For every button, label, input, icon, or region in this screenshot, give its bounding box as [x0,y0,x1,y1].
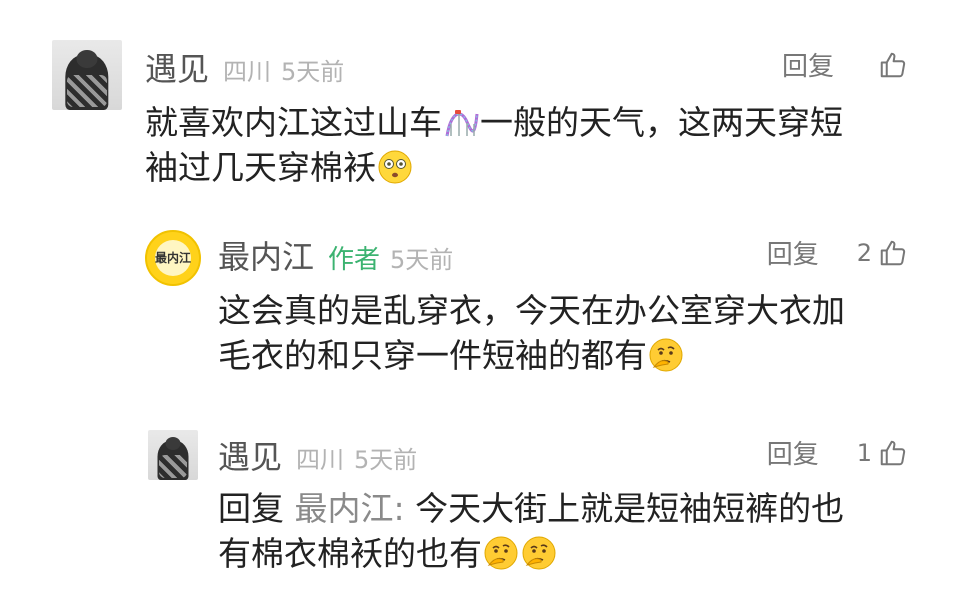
comment-text-line: 今天大街上就是短袖短裤的也 [415,489,845,528]
comment-text: 这会真的是乱穿衣，今天在办公室穿大衣加 毛衣的和只穿一件短袖的都有 [218,288,918,378]
mention-link[interactable]: 最内江: [295,489,405,528]
thumbs-up-icon[interactable] [878,238,908,268]
user-location: 四川 [223,58,272,86]
comment-time: 5天前 [281,58,345,86]
user-name[interactable]: 遇见 [218,432,282,478]
reply-button[interactable]: 回复 [782,46,834,83]
thinking-face-emoji [522,536,556,570]
like-count: 1 [856,438,872,467]
comment-text-part: 一般的天气，这两天穿短 [480,103,843,142]
user-location: 四川 [296,446,345,474]
comment-time: 5天前 [390,246,454,274]
thinking-face-emoji [649,338,683,372]
dizzy-face-emoji [378,150,412,184]
thumbs-up-icon[interactable] [878,438,908,468]
user-name[interactable]: 最内江 [218,232,314,278]
comment-time: 5天前 [354,446,418,474]
thinking-face-emoji [484,536,518,570]
comment-text-line: 有棉衣棉袄的也有 [218,534,482,573]
reply-button[interactable]: 回复 [767,234,819,271]
avatar[interactable] [148,430,198,480]
avatar[interactable]: 最内江 [145,230,201,286]
avatar-logo-text: 最内江 [155,240,191,276]
comment-text: 回复 最内江: 今天大街上就是短袖短裤的也有棉衣棉袄的也有 [218,486,918,576]
author-badge: 作者 [328,245,381,275]
thumbs-up-icon[interactable] [878,50,908,80]
comment-text-part: 就喜欢内江这过山车 [145,103,442,142]
roller-coaster-emoji [445,110,479,137]
comment-actions: 回复 2 [767,234,908,271]
reply-button[interactable]: 回复 [767,434,819,471]
comment-actions: 回复 1 [767,434,908,471]
comment-actions: 回复 [782,46,908,83]
comment-meta: 遇见 四川 5天前 [145,44,344,90]
comment-text-part: 袖过几天穿棉袄 [145,148,376,187]
comment-meta: 遇见 四川 5天前 [218,432,417,478]
comment-text-line: 毛衣的和只穿一件短袖的都有 [218,336,647,375]
user-name[interactable]: 遇见 [145,44,209,90]
comment-text: 就喜欢内江这过山车 一般的天气，这两天穿短袖过几天穿棉袄 [145,100,925,190]
comment-text-line: 这会真的是乱穿衣，今天在办公室穿大衣加 [218,291,845,330]
comment-meta: 最内江 作者 5天前 [218,232,453,278]
like-count: 2 [856,238,872,267]
reply-prefix: 回复 [218,489,284,528]
avatar[interactable] [52,40,122,110]
